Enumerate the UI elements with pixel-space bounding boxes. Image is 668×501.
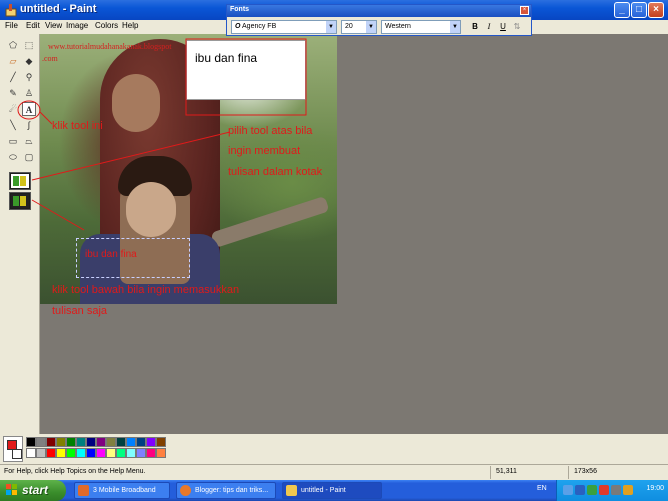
palette-swatch[interactable] xyxy=(126,437,136,447)
palette-swatch[interactable] xyxy=(66,448,76,458)
update-icon[interactable] xyxy=(623,485,633,495)
font-script-select[interactable]: Western ▼ xyxy=(381,20,461,34)
palette-swatch[interactable] xyxy=(86,437,96,447)
italic-button[interactable]: I xyxy=(483,20,495,33)
color-palette xyxy=(0,434,668,464)
chevron-down-icon[interactable]: ▼ xyxy=(366,21,376,33)
status-bar: For Help, click Help Topics on the Help … xyxy=(0,464,668,480)
taskbar-item-paint[interactable]: untitled - Paint xyxy=(282,482,382,499)
status-separator xyxy=(490,466,491,479)
annotation-line-1 xyxy=(39,111,53,125)
annotation-box xyxy=(185,38,307,116)
chevron-down-icon[interactable]: ▼ xyxy=(450,21,460,33)
windows-logo-icon xyxy=(6,484,17,495)
taskbar-item-label: 3 Mobile Broadband xyxy=(93,487,156,494)
palette-swatch[interactable] xyxy=(106,448,116,458)
palette-swatch[interactable] xyxy=(156,437,166,447)
status-coords: 51,311 xyxy=(496,468,517,475)
system-tray: 19:00 xyxy=(556,480,668,501)
annotation-box-line1: pilih tool atas bila xyxy=(228,125,313,137)
annotation-circle xyxy=(17,100,41,120)
palette-swatch[interactable] xyxy=(76,448,86,458)
palette-swatch[interactable] xyxy=(46,437,56,447)
palette-swatch[interactable] xyxy=(46,448,56,458)
bold-button[interactable]: B xyxy=(469,20,481,33)
annotation-click-tool: klik tool ini xyxy=(52,120,103,132)
palette-swatch[interactable] xyxy=(96,448,106,458)
fonts-toolbar-title-bar: Fonts × xyxy=(227,5,531,17)
palette-swatch[interactable] xyxy=(76,437,86,447)
paint-window: untitled - Paint _ □ × File Edit View Im… xyxy=(0,0,668,501)
current-colors xyxy=(3,436,23,462)
taskbar-item-browser[interactable]: Blogger: tips dan triks... xyxy=(176,482,276,499)
palette-swatch[interactable] xyxy=(116,448,126,458)
underline-button[interactable]: U xyxy=(497,20,509,33)
palette-swatch[interactable] xyxy=(146,437,156,447)
palette-swatch[interactable] xyxy=(156,448,166,458)
network-icon[interactable] xyxy=(563,485,573,495)
clock: 19:00 xyxy=(646,485,664,492)
annotation-bottom-line2: tulisan saja xyxy=(52,305,108,317)
font-type-icon: O xyxy=(235,23,241,30)
fonts-toolbar: Fonts × O Agency FB ▼ 20 ▼ Western ▼ B I… xyxy=(226,4,532,36)
taskbar: start 3 Mobile Broadband Blogger: tips d… xyxy=(0,480,668,501)
font-name-select[interactable]: O Agency FB ▼ xyxy=(231,20,337,34)
palette-swatch[interactable] xyxy=(36,448,46,458)
palette-swatch[interactable] xyxy=(106,437,116,447)
taskbar-item-label: Blogger: tips dan triks... xyxy=(195,487,269,494)
palette-swatch[interactable] xyxy=(96,437,106,447)
palette-swatch[interactable] xyxy=(86,448,96,458)
status-size: 173x56 xyxy=(574,468,597,475)
taskbar-item-broadband[interactable]: 3 Mobile Broadband xyxy=(74,482,170,499)
palette-swatch[interactable] xyxy=(56,448,66,458)
browser-icon xyxy=(180,485,191,496)
palette-swatch[interactable] xyxy=(26,437,36,447)
canvas-workspace[interactable]: www.tutorialmudahanakanak.blogspot .com … xyxy=(17,34,668,434)
annotation-line-3 xyxy=(31,199,85,231)
palette-swatch[interactable] xyxy=(136,448,146,458)
annotation-lines xyxy=(17,38,307,231)
status-help-text: For Help, click Help Topics on the Help … xyxy=(4,468,146,475)
volume-icon[interactable] xyxy=(611,485,621,495)
font-size-select[interactable]: 20 ▼ xyxy=(341,20,377,34)
broadband-icon xyxy=(78,485,89,496)
start-label: start xyxy=(22,483,49,497)
chevron-down-icon[interactable]: ▼ xyxy=(326,21,336,33)
palette-swatch[interactable] xyxy=(56,437,66,447)
bluetooth-icon[interactable] xyxy=(575,485,585,495)
background-color[interactable] xyxy=(12,449,22,459)
shield-icon[interactable] xyxy=(587,485,597,495)
annotation-bottom-line1: klik tool bawah bila ingin memasukkan xyxy=(52,284,240,296)
annotation-box-line3: tulisan dalam kotak xyxy=(228,166,323,178)
palette-swatch[interactable] xyxy=(26,448,36,458)
palette-swatch[interactable] xyxy=(136,437,146,447)
annotation-box-line2: ingin membuat xyxy=(228,145,301,157)
status-separator xyxy=(568,466,569,479)
taskbar-item-label: untitled - Paint xyxy=(301,487,346,494)
start-button[interactable]: start xyxy=(0,480,66,501)
font-name-value: Agency FB xyxy=(242,23,277,30)
palette-swatch[interactable] xyxy=(126,448,136,458)
palette-swatch[interactable] xyxy=(66,437,76,447)
paint-icon xyxy=(286,485,297,496)
palette-swatch[interactable] xyxy=(36,437,46,447)
annotation-line-2 xyxy=(31,131,231,181)
palette-swatch[interactable] xyxy=(116,437,126,447)
fonts-toolbar-title: Fonts xyxy=(230,6,250,13)
palette-swatch[interactable] xyxy=(146,448,156,458)
font-size-value: 20 xyxy=(345,23,353,30)
fonts-close-icon[interactable]: × xyxy=(520,6,529,15)
vertical-text-button[interactable]: ⇅ xyxy=(511,20,523,33)
language-indicator[interactable]: EN xyxy=(537,485,547,492)
font-script-value: Western xyxy=(385,23,411,30)
antivirus-icon[interactable] xyxy=(599,485,609,495)
